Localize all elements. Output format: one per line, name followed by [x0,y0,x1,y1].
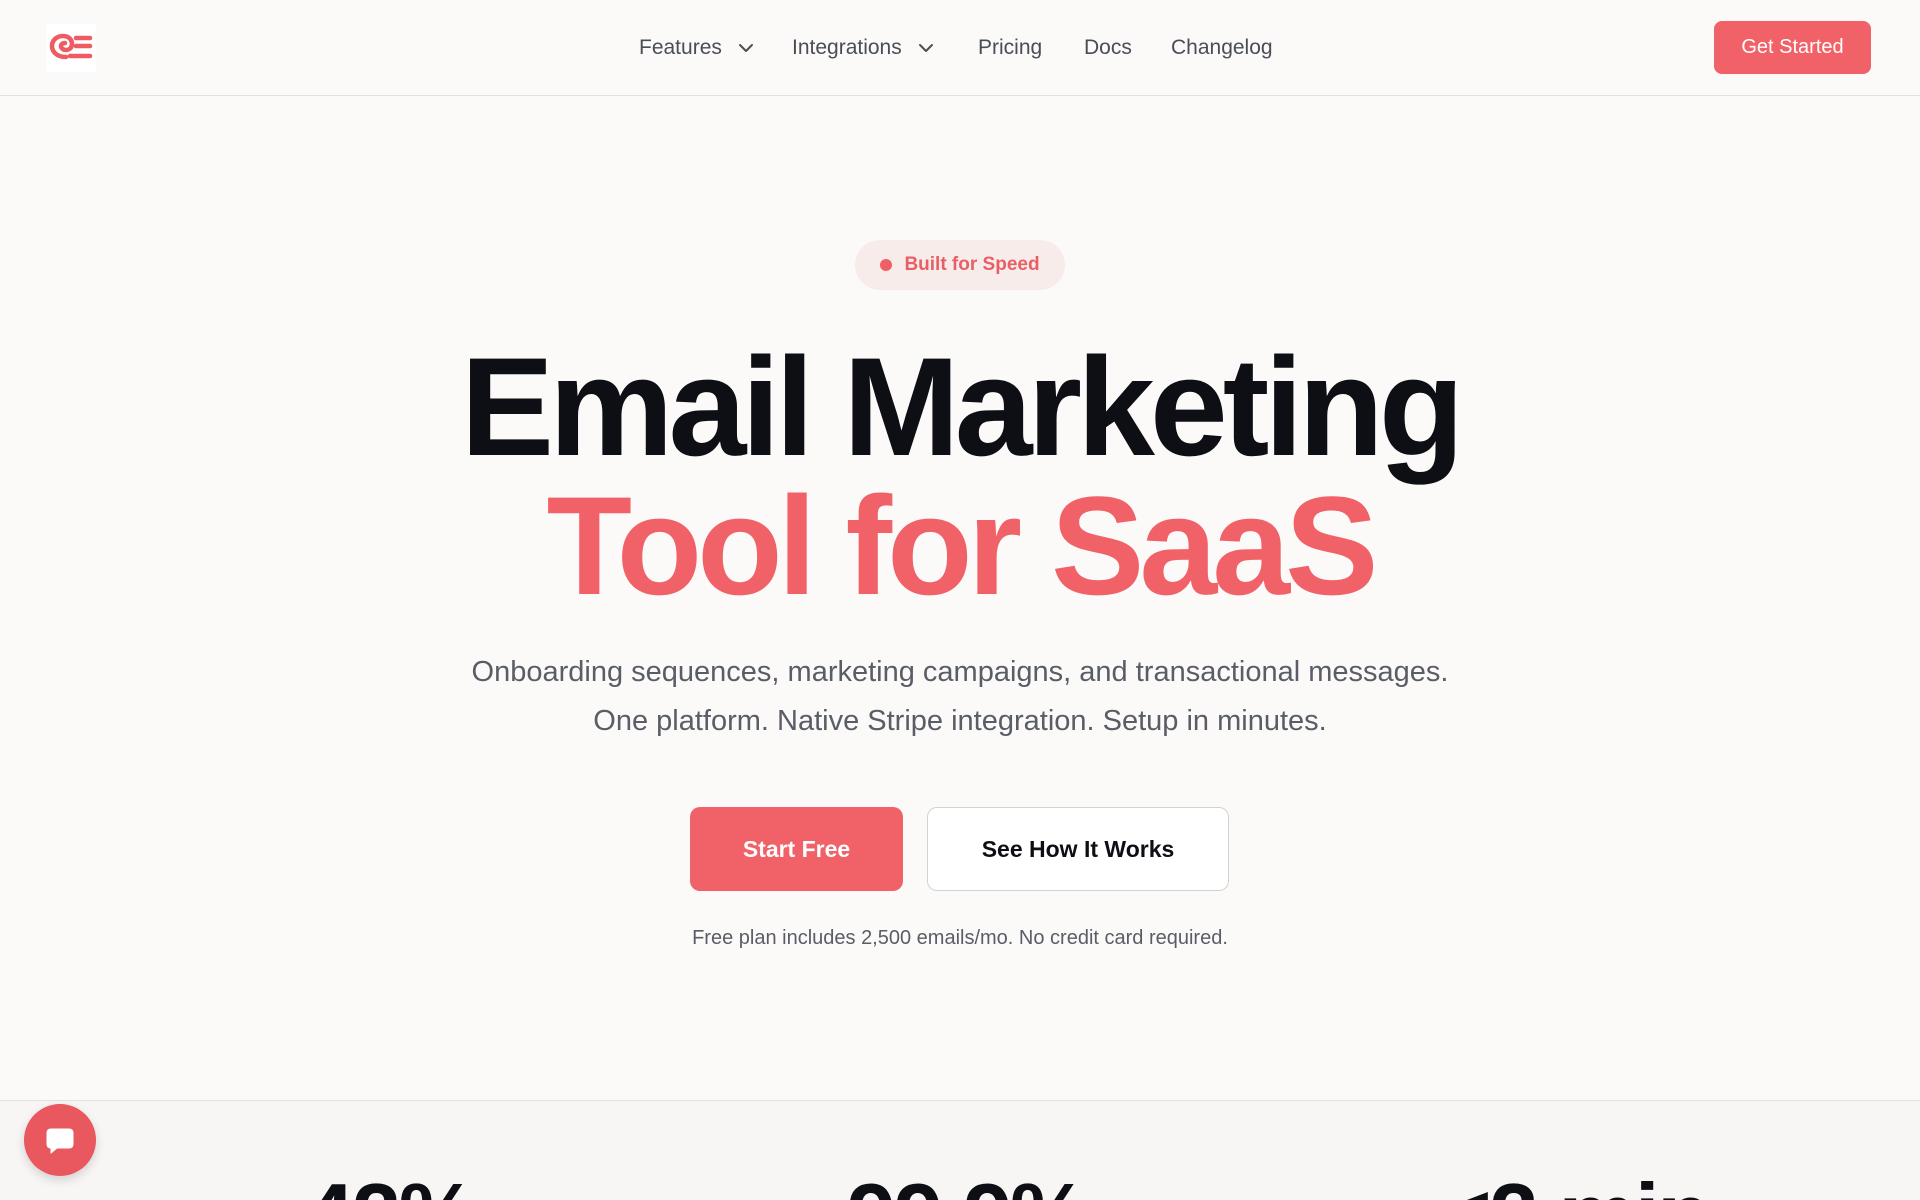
nav-item-docs[interactable]: Docs [1084,30,1132,66]
get-started-button[interactable]: Get Started [1714,21,1871,74]
chevron-down-icon [918,44,933,53]
stats-section: 42% 99.9% <2 min [0,1100,1920,1200]
nav-item-changelog[interactable]: Changelog [1171,30,1273,66]
nav-item-label: Docs [1084,36,1132,59]
nav-item-label: Features [639,36,722,59]
hero-title-line1: Email Marketing [460,328,1465,485]
chat-button[interactable] [24,1104,96,1176]
main-nav: Features Integrations Pricing Docs Chang… [0,30,1920,66]
nav-item-integrations[interactable]: Integrations [792,30,934,66]
hero-badge: Built for Speed [855,240,1065,290]
stat-value: <2 min [1440,1171,1711,1200]
stat-value: 42% [305,1171,477,1200]
free-plan-note: Free plan includes 2,500 emails/mo. No c… [692,927,1228,949]
nav-item-pricing[interactable]: Pricing [978,30,1042,66]
nav-item-label: Changelog [1171,36,1273,59]
chat-icon [46,1128,74,1154]
site-header: Features Integrations Pricing Docs Chang… [0,0,1920,96]
badge-dot-icon [880,259,893,271]
nav-item-label: Integrations [792,36,902,59]
nav-item-label: Pricing [978,36,1043,59]
hero-title-line2: Tool for SaaS [546,467,1379,624]
start-free-button[interactable]: Start Free [690,807,903,891]
hero-subtitle: Onboarding sequences, marketing campaign… [471,656,1449,737]
nav-item-features[interactable]: Features [639,30,754,66]
see-how-it-works-button[interactable]: See How It Works [927,807,1229,891]
badge-label: Built for Speed [904,254,1040,275]
chevron-down-icon [738,44,753,53]
stat-value: 99.9% [847,1171,1089,1200]
